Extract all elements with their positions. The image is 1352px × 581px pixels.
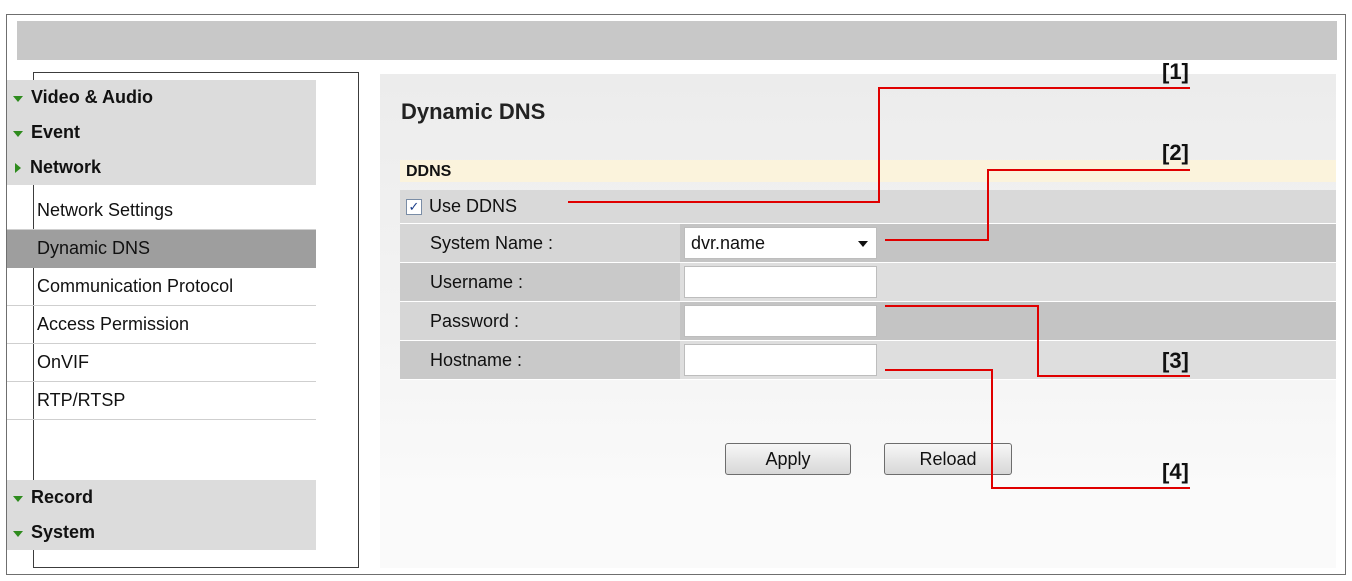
callout-label-1: [1] (1162, 59, 1189, 84)
callout-label-4: [4] (1162, 459, 1189, 484)
callout-line-4 (885, 369, 1190, 489)
callout-lines (568, 87, 1190, 489)
callout-line-2 (885, 169, 1190, 241)
callout-label-3: [3] (1162, 348, 1189, 373)
callout-line-3 (885, 305, 1190, 377)
callout-label-2: [2] (1162, 140, 1189, 165)
callout-line-1 (568, 87, 1190, 203)
